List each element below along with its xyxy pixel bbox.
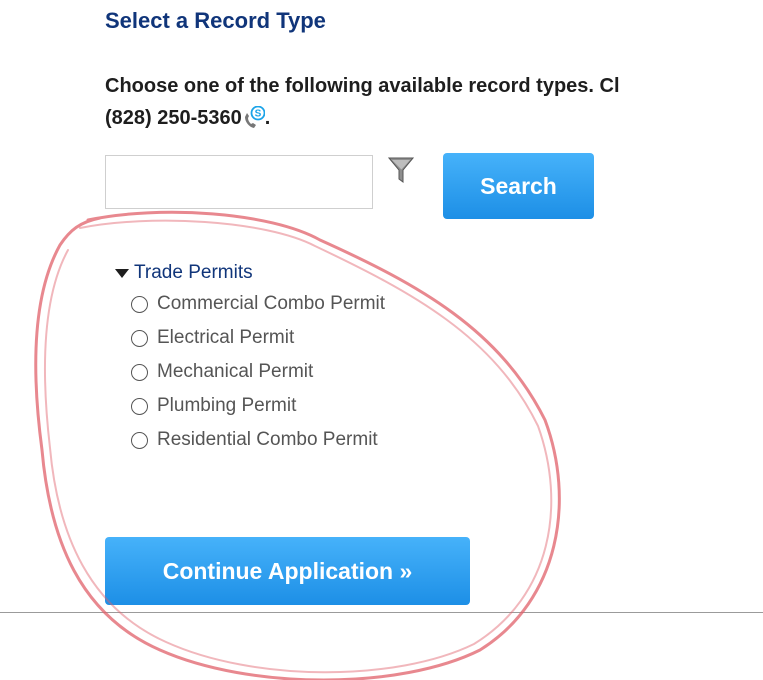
record-type-tree: Trade Permits Commercial Combo Permit El… <box>115 259 385 457</box>
search-input[interactable] <box>105 155 373 209</box>
option-label: Residential Combo Permit <box>157 429 378 450</box>
page-title: Select a Record Type <box>105 8 326 33</box>
triangle-down-icon[interactable] <box>115 268 129 278</box>
page: Select a Record Type Choose one of the f… <box>0 0 763 680</box>
phone-number[interactable]: (828) 250-5360 <box>105 102 242 134</box>
instructions-line: Choose one of the following available re… <box>105 75 620 97</box>
radio-button[interactable] <box>131 397 148 415</box>
phone-line: (828) 250-5360 S . <box>105 102 270 134</box>
phone-suffix: . <box>264 107 271 129</box>
continue-application-button[interactable]: Continue Application » <box>105 537 470 605</box>
radio-button[interactable] <box>131 431 148 449</box>
svg-text:S: S <box>254 109 261 120</box>
skype-phone-icon[interactable]: S <box>243 105 266 130</box>
option-commercial-combo-permit[interactable]: Commercial Combo Permit <box>131 287 385 321</box>
option-plumbing-permit[interactable]: Plumbing Permit <box>131 389 385 423</box>
option-label: Mechanical Permit <box>157 361 314 382</box>
radio-button[interactable] <box>131 295 148 313</box>
divider <box>0 612 763 613</box>
tree-category-trade-permits[interactable]: Trade Permits <box>115 259 385 287</box>
option-residential-combo-permit[interactable]: Residential Combo Permit <box>131 423 385 457</box>
option-label: Plumbing Permit <box>157 395 297 416</box>
option-label: Electrical Permit <box>157 327 295 348</box>
radio-button[interactable] <box>131 363 148 381</box>
option-electrical-permit[interactable]: Electrical Permit <box>131 321 385 355</box>
category-label[interactable]: Trade Permits <box>134 262 253 284</box>
radio-button[interactable] <box>131 329 148 347</box>
option-mechanical-permit[interactable]: Mechanical Permit <box>131 355 385 389</box>
filter-icon[interactable] <box>387 156 415 186</box>
record-type-options: Commercial Combo Permit Electrical Permi… <box>131 287 385 457</box>
search-button[interactable]: Search <box>443 153 594 219</box>
option-label: Commercial Combo Permit <box>157 293 386 314</box>
instructions-text: Choose one of the following available re… <box>105 70 620 134</box>
